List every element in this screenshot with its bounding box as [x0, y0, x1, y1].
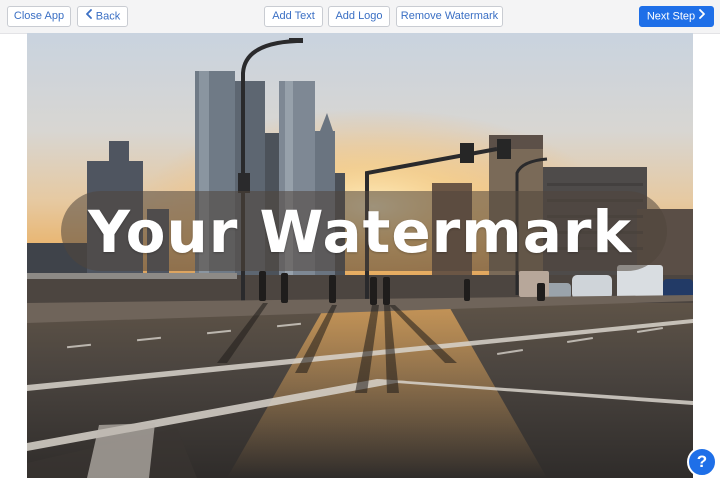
add-text-button[interactable]: Add Text — [264, 6, 323, 27]
close-app-label: Close App — [13, 10, 65, 22]
close-app-button[interactable]: Close App — [7, 6, 71, 27]
add-text-label: Add Text — [272, 10, 315, 22]
remove-watermark-label: Remove Watermark — [400, 10, 499, 22]
add-logo-button[interactable]: Add Logo — [328, 6, 390, 27]
remove-watermark-button[interactable]: Remove Watermark — [396, 6, 503, 27]
back-button[interactable]: Back — [77, 6, 128, 27]
top-toolbar: Close App Back Add Text Add Logo Remove … — [0, 0, 720, 34]
question-icon: ? — [696, 452, 708, 471]
chevron-left-icon — [85, 7, 93, 26]
next-step-button[interactable]: Next Step — [639, 6, 714, 27]
next-step-label: Next Step — [646, 10, 696, 23]
back-label: Back — [95, 10, 121, 23]
chevron-right-icon — [698, 7, 706, 26]
watermark-text[interactable]: Your Watermark — [27, 198, 693, 266]
image-canvas[interactable]: Your Watermark — [27, 33, 693, 478]
watermark-editor-app: Close App Back Add Text Add Logo Remove … — [0, 0, 720, 480]
add-logo-label: Add Logo — [335, 10, 383, 22]
help-button[interactable]: ? — [687, 447, 717, 477]
